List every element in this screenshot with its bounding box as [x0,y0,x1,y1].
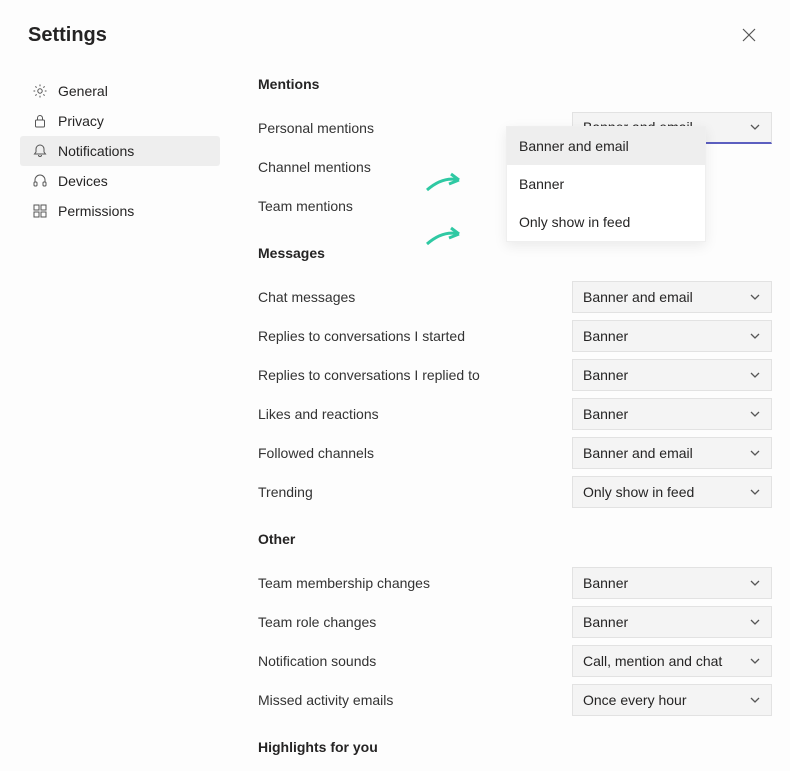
row-label: Missed activity emails [258,692,393,708]
select-notification-sounds[interactable]: Call, mention and chat [572,645,772,677]
chevron-down-icon [749,408,761,420]
row-label: Personal mentions [258,120,374,136]
select-missed-activity-emails[interactable]: Once every hour [572,684,772,716]
chevron-down-icon [749,577,761,589]
select-team-role-changes[interactable]: Banner [572,606,772,638]
chevron-down-icon [749,447,761,459]
page-title: Settings [28,24,107,47]
section-title-mentions: Mentions [258,76,772,92]
row-label: Team mentions [258,198,353,214]
chevron-down-icon [749,694,761,706]
sidebar-item-label: Permissions [58,203,134,219]
dropdown-menu[interactable]: Banner and email Banner Only show in fee… [506,126,706,242]
select-value: Banner [583,328,628,344]
chevron-down-icon [749,291,761,303]
row-label: Team role changes [258,614,376,630]
headset-icon [32,173,48,189]
chevron-down-icon [749,486,761,498]
row-label: Chat messages [258,289,355,305]
chevron-down-icon [749,616,761,628]
dropdown-option-only-show-in-feed[interactable]: Only show in feed [507,203,705,241]
sidebar-item-label: Devices [58,173,108,189]
row-label: Likes and reactions [258,406,379,422]
sidebar-item-notifications[interactable]: Notifications [20,136,220,166]
row-label: Trending [258,484,313,500]
section-title-highlights: Highlights for you [258,739,772,755]
sidebar-item-label: Privacy [58,113,104,129]
bell-icon [32,143,48,159]
gear-icon [32,83,48,99]
section-title-other: Other [258,531,772,547]
select-value: Banner and email [583,289,693,305]
chevron-down-icon [749,330,761,342]
row-label: Team membership changes [258,575,430,591]
select-team-membership-changes[interactable]: Banner [572,567,772,599]
select-value: Banner [583,367,628,383]
select-followed-channels[interactable]: Banner and email [572,437,772,469]
select-trending[interactable]: Only show in feed [572,476,772,508]
select-value: Once every hour [583,692,687,708]
chevron-down-icon [749,655,761,667]
select-replies-replied[interactable]: Banner [572,359,772,391]
row-label: Followed channels [258,445,374,461]
sidebar-item-general[interactable]: General [20,76,220,106]
select-value: Banner [583,406,628,422]
section-title-messages: Messages [258,245,772,261]
select-replies-started[interactable]: Banner [572,320,772,352]
row-label: Replies to conversations I replied to [258,367,480,383]
row-label: Notification sounds [258,653,376,669]
apps-icon [32,203,48,219]
select-value: Call, mention and chat [583,653,722,669]
select-likes-reactions[interactable]: Banner [572,398,772,430]
select-value: Only show in feed [583,484,694,500]
dropdown-option-banner-and-email[interactable]: Banner and email [507,127,705,165]
select-value: Banner and email [583,445,693,461]
row-label: Channel mentions [258,159,371,175]
sidebar-item-devices[interactable]: Devices [20,166,220,196]
sidebar-item-permissions[interactable]: Permissions [20,196,220,226]
close-icon [742,28,756,42]
select-value: Banner [583,575,628,591]
select-chat-messages[interactable]: Banner and email [572,281,772,313]
dropdown-option-banner[interactable]: Banner [507,165,705,203]
sidebar-item-privacy[interactable]: Privacy [20,106,220,136]
chevron-down-icon [749,121,761,133]
sidebar-item-label: General [58,83,108,99]
main-panel: Mentions Personal mentions Banner and em… [220,66,772,771]
sidebar: General Privacy Notifications Devices Pe [20,66,220,771]
close-button[interactable] [736,22,762,48]
sidebar-item-label: Notifications [58,143,134,159]
select-value: Banner [583,614,628,630]
chevron-down-icon [749,369,761,381]
row-label: Replies to conversations I started [258,328,465,344]
lock-icon [32,113,48,129]
